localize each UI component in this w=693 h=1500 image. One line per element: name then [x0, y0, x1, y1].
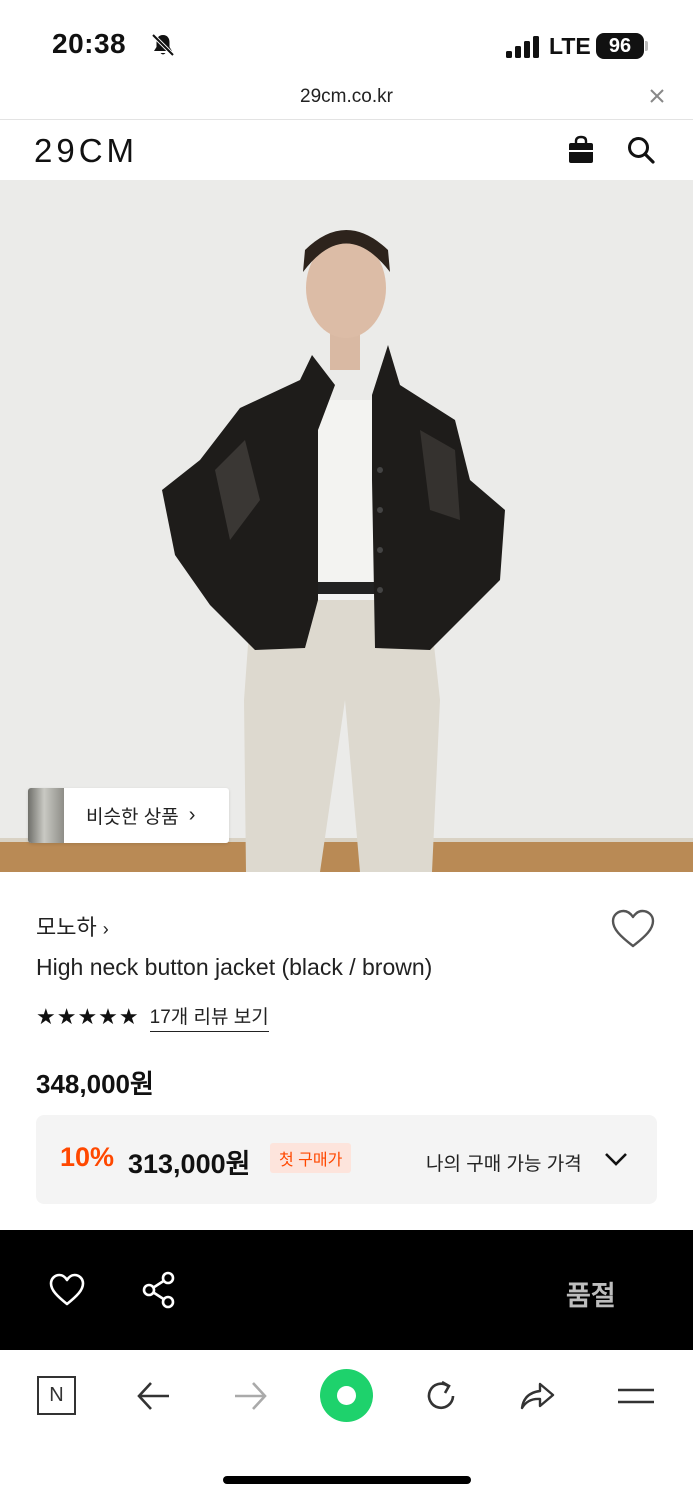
product-image[interactable] [0, 180, 693, 872]
purchase-action-bar: 품절 [0, 1230, 693, 1350]
similar-products-thumbnail [28, 788, 64, 843]
share-icon[interactable] [141, 1271, 177, 1309]
my-price-label[interactable]: 나의 구매 가능 가격 [426, 1149, 582, 1176]
chevron-right-icon: › [102, 919, 109, 939]
signal-bars-icon [506, 36, 539, 58]
similar-products-button[interactable]: 비슷한 상품 › [28, 788, 229, 843]
shopping-bag-icon[interactable] [567, 135, 595, 165]
product-title: High neck button jacket (black / brown) [36, 954, 433, 980]
rating-row: ★★★★★ 17개 리뷰 보기 [36, 1002, 269, 1032]
status-time: 20:38 [52, 28, 127, 59]
network-label: LTE [549, 33, 591, 59]
first-purchase-badge: 첫 구매가 [270, 1143, 352, 1173]
product-price: 348,000원 [36, 1069, 154, 1099]
forward-arrow-icon[interactable] [231, 1377, 269, 1415]
discount-price: 313,000원 [128, 1149, 251, 1179]
bell-slash-icon [151, 33, 175, 57]
star-rating: ★★★★★ [36, 1004, 140, 1029]
brand-link[interactable]: 모노하 › [36, 910, 109, 942]
url-bar[interactable]: 29cm.co.kr [0, 84, 693, 120]
brand-name: 모노하 [36, 915, 97, 940]
similar-products-label: 비슷한 상품 [86, 807, 179, 828]
heart-outline-icon[interactable] [610, 908, 656, 950]
sold-out-label: 품절 [566, 1281, 616, 1311]
url-text[interactable]: 29cm.co.kr [0, 86, 693, 108]
green-dot-icon[interactable] [320, 1369, 373, 1422]
back-arrow-icon[interactable] [135, 1377, 173, 1415]
discount-price-box[interactable]: 10% 313,000원 첫 구매가 나의 구매 가능 가격 [36, 1115, 657, 1204]
status-bar: 20:38 LTE 96 [0, 0, 693, 84]
product-photo [0, 180, 693, 872]
close-icon[interactable] [647, 86, 667, 106]
chevron-right-icon: › [188, 804, 196, 826]
site-header: 29CM [0, 120, 693, 180]
reload-icon[interactable] [422, 1377, 460, 1415]
naver-icon[interactable]: N [37, 1376, 76, 1415]
search-icon[interactable] [626, 135, 656, 165]
discount-rate: 10% [60, 1142, 115, 1172]
battery-tip [645, 41, 648, 51]
battery-indicator: 96 [596, 33, 644, 59]
home-indicator [223, 1476, 471, 1484]
menu-icon[interactable] [616, 1377, 654, 1415]
share-arrow-icon[interactable] [518, 1377, 556, 1415]
site-logo[interactable]: 29CM [34, 132, 138, 170]
heart-outline-icon[interactable] [49, 1273, 85, 1307]
naver-label: N [49, 1384, 64, 1406]
chevron-down-icon[interactable] [604, 1151, 628, 1167]
review-link[interactable]: 17개 리뷰 보기 [149, 1002, 269, 1032]
